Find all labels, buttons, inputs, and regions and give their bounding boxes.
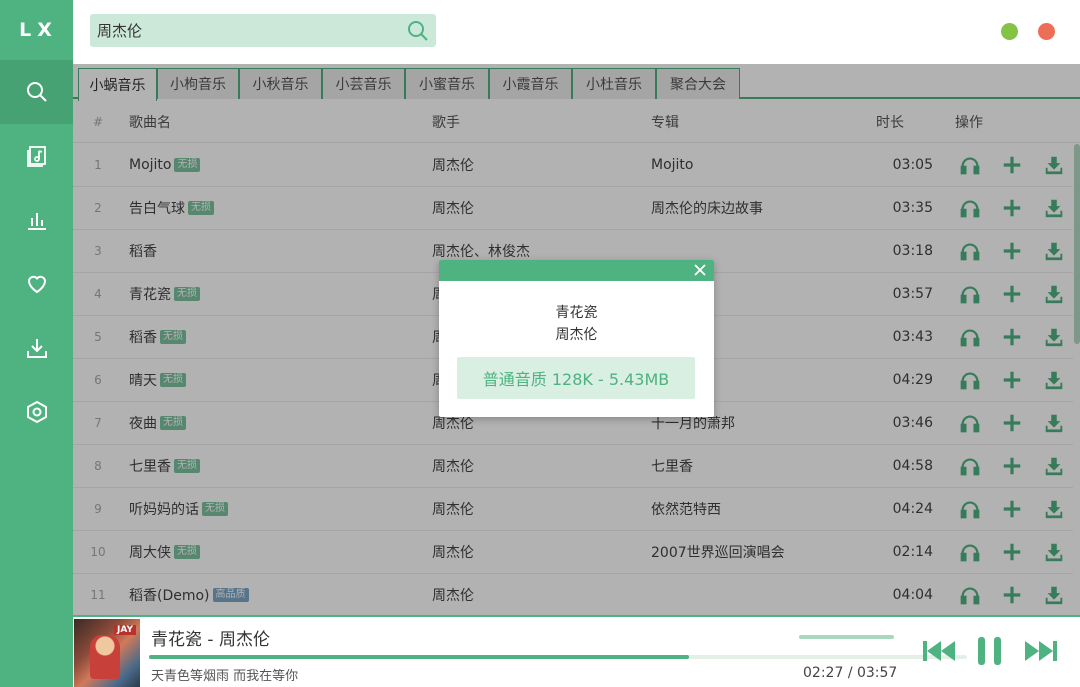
- sidebar-item-download[interactable]: [0, 316, 73, 380]
- previous-icon: [923, 641, 955, 661]
- album-cover[interactable]: JAY: [74, 619, 140, 687]
- chart-icon: [27, 213, 46, 230]
- sidebar-item-song-list[interactable]: [0, 124, 73, 188]
- prev-button[interactable]: [921, 635, 957, 667]
- sidebar-item-leaderboard[interactable]: [0, 188, 73, 252]
- quality-option-button[interactable]: 普通音质 128K - 5.43MB: [457, 357, 695, 399]
- current-time: 02:27: [803, 665, 844, 681]
- progress-fill: [149, 655, 689, 659]
- search-icon[interactable]: [406, 19, 430, 43]
- download-quality-dialog: 青花瓷 周杰伦 普通音质 128K - 5.43MB: [439, 260, 714, 417]
- total-time: 03:57: [856, 665, 898, 681]
- dialog-header: [439, 260, 714, 281]
- heart-icon: [27, 275, 46, 294]
- next-icon: [1025, 641, 1057, 661]
- minimize-button[interactable]: [1001, 23, 1018, 40]
- now-playing-title: 青花瓷 - 周杰伦: [151, 630, 270, 650]
- search-input[interactable]: [90, 14, 400, 47]
- sidebar-item-favorites[interactable]: [0, 252, 73, 316]
- top-bar: [73, 0, 1080, 64]
- player-bar: JAY 青花瓷 - 周杰伦 天青色等烟雨 而我在等你 02:27 / 03:57: [73, 615, 1080, 687]
- settings-icon: [26, 400, 47, 424]
- dialog-song-title: 青花瓷: [555, 305, 598, 321]
- progress-bar[interactable]: [149, 655, 967, 659]
- cover-tag: JAY: [114, 625, 136, 635]
- sidebar-item-settings[interactable]: [0, 380, 73, 444]
- lyric-line: 天青色等烟雨 而我在等你: [151, 669, 299, 684]
- search-icon: [26, 82, 47, 102]
- music-list-icon: [26, 146, 46, 167]
- sidebar-item-search[interactable]: [0, 60, 73, 124]
- volume-bar[interactable]: [799, 635, 894, 639]
- search-box: [90, 14, 436, 47]
- dialog-song-artist: 周杰伦: [555, 327, 598, 343]
- next-button[interactable]: [1023, 635, 1059, 667]
- pause-icon: [978, 637, 1001, 665]
- close-button[interactable]: [1038, 23, 1055, 40]
- pause-button[interactable]: [972, 635, 1008, 667]
- download-icon: [26, 339, 47, 358]
- time-display: 02:27 / 03:57: [803, 665, 897, 681]
- close-icon[interactable]: [693, 263, 707, 277]
- time-separator: /: [847, 665, 853, 681]
- app-logo: LX: [19, 19, 58, 41]
- cover-figure: [90, 635, 120, 679]
- sidebar: LX: [0, 0, 73, 687]
